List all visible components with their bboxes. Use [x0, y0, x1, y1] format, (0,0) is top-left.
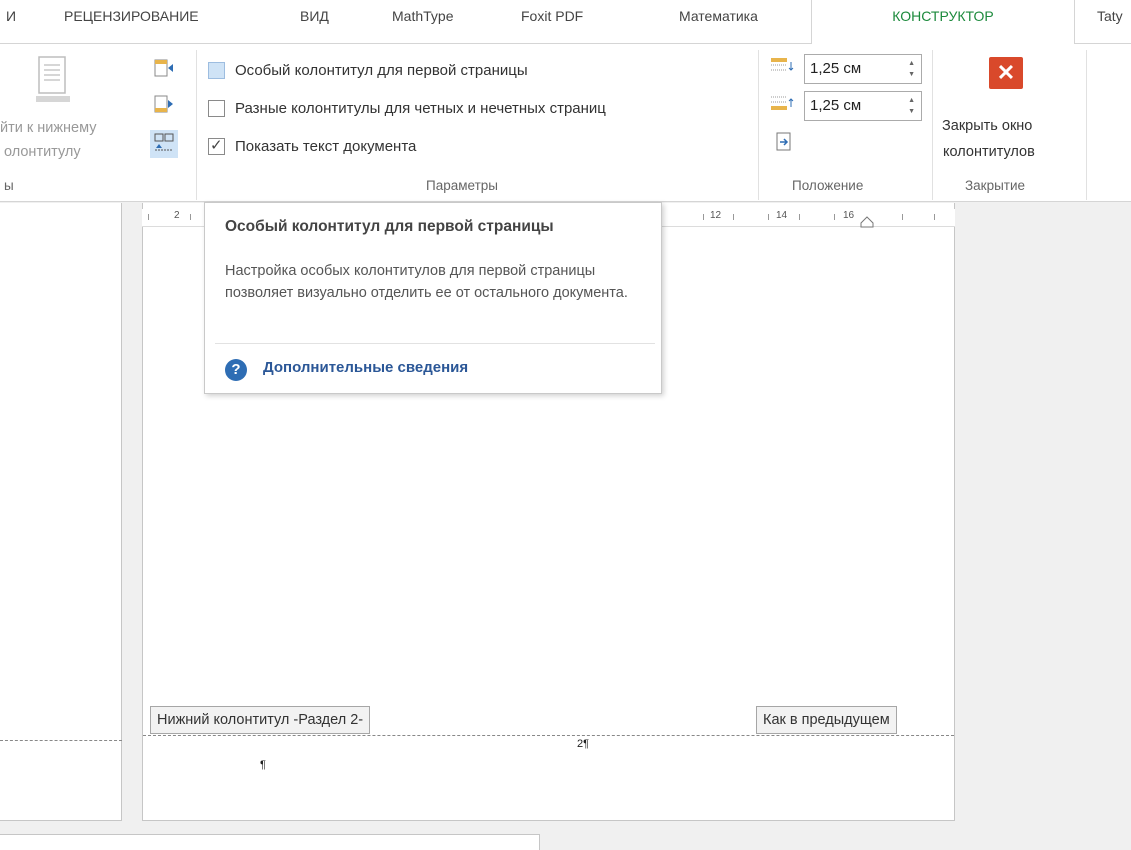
link-to-previous-button[interactable] — [150, 130, 178, 158]
tab-math[interactable]: Математика — [679, 8, 758, 24]
insert-alignment-tab-icon[interactable] — [775, 132, 795, 152]
group-label-navigation: ы — [4, 178, 14, 193]
tab-constructor[interactable]: КОНСТРУКТОР — [811, 0, 1075, 45]
tab-review[interactable]: РЕЦЕНЗИРОВАНИЕ — [64, 8, 199, 24]
user-account[interactable]: Taty — [1097, 8, 1123, 24]
show-text-label: Показать текст документа — [235, 137, 417, 155]
group-separator — [1086, 50, 1087, 200]
ruler-tick — [190, 214, 191, 220]
close-header-footer-label-1[interactable]: Закрыть окно — [942, 118, 1032, 134]
group-separator — [196, 50, 197, 200]
ribbon: йти к нижнему олонтитулу ы Особый колонт… — [0, 44, 1131, 202]
ruler-tick — [934, 214, 935, 220]
ruler-number: 16 — [843, 210, 855, 221]
option-odd-even-pages[interactable]: Разные колонтитулы для четных и нечетных… — [208, 97, 606, 119]
spin-down-icon[interactable]: ▼ — [908, 71, 915, 78]
option-show-document-text[interactable]: ✓ Показать текст документа — [208, 135, 416, 157]
link-to-previous-icon — [154, 133, 174, 151]
next-section-icon[interactable] — [154, 94, 174, 114]
tab-mathtype[interactable]: MathType — [392, 8, 453, 24]
previous-section-icon[interactable] — [154, 58, 174, 78]
help-icon[interactable]: ? — [225, 359, 247, 381]
ruler-tick — [703, 214, 704, 220]
spin-up-icon[interactable]: ▲ — [908, 97, 915, 104]
group-label-close: Закрытие — [965, 178, 1026, 193]
previous-page — [0, 203, 122, 821]
header-distance-spinner[interactable]: 1,25 см ▲ ▼ — [804, 54, 922, 84]
footer-section-tag: Нижний колонтитул -Раздел 2- — [150, 706, 371, 734]
document-footer-icon — [36, 56, 70, 102]
group-separator — [932, 50, 933, 200]
ruler-tick — [733, 214, 734, 220]
ruler-tick — [799, 214, 800, 220]
ruler-tick — [834, 214, 835, 220]
tooltip-description: Настройка особых колонтитулов для первой… — [225, 263, 628, 301]
odd-even-label: Разные колонтитулы для четных и нечетных… — [235, 99, 606, 117]
more-info-link[interactable]: Дополнительные сведения — [263, 359, 468, 376]
footer-distance-value: 1,25 см — [810, 97, 862, 114]
same-as-previous-tag: Как в предыдущем — [756, 706, 897, 734]
ruler-tick — [768, 214, 769, 220]
tooltip-first-page-option: Особый колонтитул для первой страницы На… — [204, 202, 662, 394]
ruler-tick — [148, 214, 149, 220]
footer-boundary-line — [143, 735, 954, 736]
group-separator — [758, 50, 759, 200]
tab-foxit-pdf[interactable]: Foxit PDF — [521, 8, 583, 24]
ruler-tick — [902, 214, 903, 220]
show-text-checkbox[interactable]: ✓ — [208, 136, 225, 155]
spin-down-icon[interactable]: ▼ — [908, 108, 915, 115]
ruler-number: 14 — [776, 210, 788, 221]
go-to-footer-button[interactable] — [36, 56, 70, 106]
footer-boundary-line — [0, 740, 122, 741]
odd-even-checkbox[interactable] — [208, 99, 225, 117]
close-header-footer-icon[interactable]: ✕ — [989, 57, 1023, 89]
paragraph-mark: ¶ — [260, 759, 266, 771]
checkmark-icon: ✓ — [210, 136, 223, 154]
option-different-first-page[interactable]: Особый колонтитул для первой страницы — [208, 59, 528, 81]
ribbon-tabs: И РЕЦЕНЗИРОВАНИЕ ВИД MathType Foxit PDF … — [0, 0, 1131, 45]
next-page — [0, 834, 540, 850]
go-to-footer-label-1: йти к нижнему — [0, 120, 97, 136]
first-page-label: Особый колонтитул для первой страницы — [235, 61, 528, 79]
spin-up-icon[interactable]: ▲ — [908, 60, 915, 67]
tooltip-title: Особый колонтитул для первой страницы — [225, 218, 554, 235]
header-distance-value: 1,25 см — [810, 60, 862, 77]
page-number-field[interactable]: 2¶ — [577, 738, 589, 750]
indent-marker-icon[interactable] — [860, 216, 874, 228]
ruler-number: 12 — [710, 210, 722, 221]
tab-partial-left[interactable]: И — [6, 8, 16, 24]
tooltip-divider — [215, 343, 655, 344]
ruler-number: 2 — [174, 210, 180, 221]
header-position-icon — [770, 56, 794, 76]
tab-view[interactable]: ВИД — [300, 8, 329, 24]
group-label-options: Параметры — [426, 178, 498, 193]
footer-distance-spinner[interactable]: 1,25 см ▲ ▼ — [804, 91, 922, 121]
first-page-checkbox[interactable] — [208, 61, 225, 79]
group-label-position: Положение — [792, 178, 864, 193]
footer-position-icon — [770, 93, 794, 113]
go-to-footer-label-2: олонтитулу — [4, 144, 81, 160]
close-header-footer-label-2[interactable]: колонтитулов — [943, 144, 1035, 160]
